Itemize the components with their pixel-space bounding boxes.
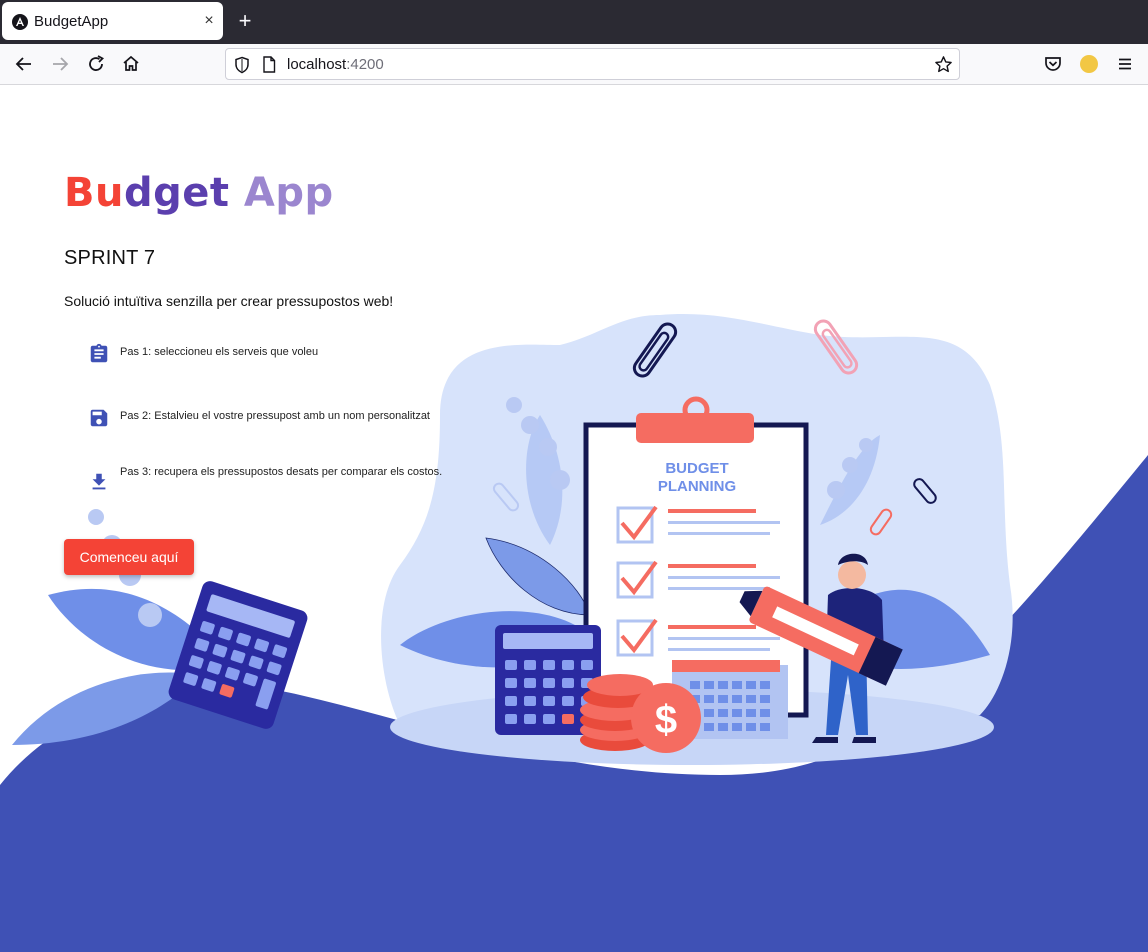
page-title: SPRINT 7 <box>64 247 156 269</box>
dollar-symbol: $ <box>655 698 677 742</box>
logo-part-1: Bu <box>64 170 124 216</box>
tab-strip: BudgetApp × + <box>0 0 1148 44</box>
logo-space <box>229 170 243 216</box>
board-title-line1: BUDGET <box>665 460 728 477</box>
back-icon[interactable] <box>12 52 36 76</box>
page-subtitle: Solució intuïtiva senzilla per crear pre… <box>64 293 394 309</box>
save-icon <box>90 409 108 427</box>
leaf-dot <box>521 416 539 434</box>
leaf-dot <box>842 457 858 473</box>
start-button[interactable]: Comenceu aquí <box>64 539 194 575</box>
page-content: BUDGET PLANNING $ Budget App SPRINT 7 So… <box>0 85 1148 952</box>
pocket-icon[interactable] <box>1041 52 1065 76</box>
url-host: localhost <box>287 56 347 73</box>
forward-icon[interactable] <box>48 52 72 76</box>
leaf-dot <box>88 509 104 525</box>
logo-part-3: App <box>243 170 334 216</box>
angular-icon <box>12 14 28 30</box>
tab-title: BudgetApp <box>34 13 109 30</box>
leaf-dot <box>859 438 873 452</box>
leaf-dot <box>827 481 845 499</box>
address-bar[interactable]: localhost:4200 <box>225 48 960 80</box>
step-text: Pas 3: recupera els pressupostos desats … <box>120 466 443 478</box>
menu-icon[interactable] <box>1113 52 1137 76</box>
new-tab-button[interactable]: + <box>234 10 256 32</box>
download-icon <box>92 473 106 490</box>
reload-icon[interactable] <box>84 52 108 76</box>
shield-icon[interactable] <box>234 56 250 74</box>
url-text: localhost:4200 <box>287 56 384 73</box>
navigation-toolbar: localhost:4200 <box>0 44 1148 85</box>
leaf-dot <box>506 397 522 413</box>
page-icon <box>263 56 276 73</box>
clipboard-clip <box>636 413 754 443</box>
leaf-dot <box>138 603 162 627</box>
leaf-dot <box>550 470 570 490</box>
home-icon[interactable] <box>119 52 143 76</box>
leaf-dot <box>539 438 557 456</box>
app-logo: Budget App <box>64 169 334 217</box>
step-text: Pas 2: Estalvieu el vostre pressupost am… <box>120 410 430 422</box>
url-port: :4200 <box>346 56 384 73</box>
board-title-line2: PLANNING <box>658 478 736 495</box>
step-text: Pas 1: seleccioneu els serveis que voleu <box>120 346 319 358</box>
clipboard-icon <box>90 343 108 363</box>
bookmark-star-icon[interactable] <box>934 55 953 74</box>
close-tab-icon[interactable]: × <box>201 11 217 31</box>
browser-tab[interactable]: BudgetApp × <box>2 2 223 40</box>
account-icon[interactable] <box>1077 52 1101 76</box>
logo-part-2: dget <box>123 170 230 216</box>
